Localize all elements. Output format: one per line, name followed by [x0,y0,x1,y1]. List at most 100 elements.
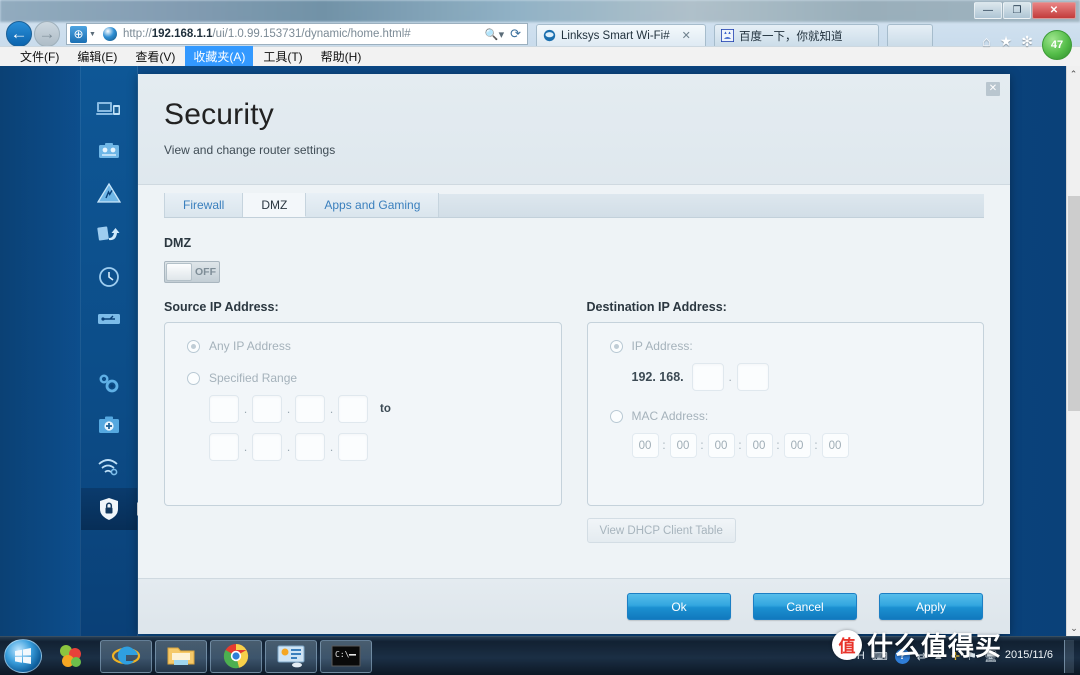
destination-ip-octet-3[interactable] [691,363,724,391]
volume-icon[interactable]: 🖥 [984,650,998,663]
apply-button[interactable]: Apply [879,593,983,620]
tab-apps-and-gaming[interactable]: Apps and Gaming [306,193,440,217]
sidebar-item-speed-test[interactable] [81,214,137,256]
ok-button[interactable]: Ok [627,593,731,620]
view-dhcp-client-table-button[interactable]: View DHCP Client Table [586,518,736,543]
taskbar-command-prompt[interactable]: C:\ [320,639,372,673]
clock-date: 2015/11/6 [1004,649,1053,662]
source-start-octet-3[interactable] [295,395,325,423]
source-start-octet-2[interactable] [252,395,282,423]
source-any-radio[interactable] [187,339,200,353]
sidebar-item-connectivity[interactable] [81,362,137,404]
address-bar[interactable]: ⊕ ▼ http://192.168.1.1/ui/1.0.99.153731/… [66,23,528,45]
new-tab-button[interactable] [887,24,933,46]
input-language-indicator[interactable]: CH [849,650,865,662]
taskbar-internet-explorer[interactable] [100,639,152,673]
source-range-radio[interactable] [187,371,200,385]
menu-file[interactable]: 文件(F) [12,46,67,66]
tools-gear-icon[interactable]: ✻ [1021,33,1033,50]
tab-dmz[interactable]: DMZ [243,193,307,217]
menu-favorites[interactable]: 收藏夹(A) [185,46,254,66]
taskbar-control-panel[interactable] [265,639,317,673]
mac-octet-2[interactable]: 00 [669,433,697,458]
close-icon[interactable]: ✕ [986,82,1000,96]
page-scrollbar[interactable]: ⌃ ⌄ [1066,66,1080,636]
speed-test-icon [97,226,120,241]
destination-mac-label: MAC Address: [631,409,709,423]
destination-ip-octet-4[interactable] [736,363,769,391]
destination-heading: Destination IP Address: [586,300,727,314]
tab-close-icon[interactable]: ✕ [682,29,691,42]
sidebar-item-parental-controls[interactable] [81,130,137,172]
favorites-star-icon[interactable]: ★ [1000,33,1013,50]
dialog-header: ✕ Security View and change router settin… [138,74,1010,185]
browser-tab-baidu[interactable]: 百度一下，你就知道 [714,24,879,46]
minimize-button[interactable]: — [974,2,1002,19]
browser-tab-linksys[interactable]: Linksys Smart Wi-Fi# ✕ [536,24,706,46]
menu-edit[interactable]: 编辑(E) [69,46,125,66]
home-icon[interactable]: ⌂ [982,33,990,49]
refresh-icon[interactable]: ⟳ [510,26,521,42]
taskbar-app-colors[interactable] [45,640,97,673]
destination-ip-radio[interactable] [609,339,623,353]
scroll-up-icon[interactable]: ⌃ [1067,66,1080,82]
source-end-octet-3[interactable] [295,433,325,461]
mac-octet-3[interactable]: 00 [707,433,735,458]
mac-octet-4[interactable]: 00 [745,433,773,458]
input-method-icon[interactable]: ⌨ [872,650,888,663]
compatibility-view-icon[interactable]: ⊕ [70,25,87,43]
octet-separator: . [286,440,291,454]
sidebar-item-external-storage[interactable] [81,256,137,298]
show-desktop-button[interactable] [1064,639,1074,673]
extension-badge[interactable]: 47 [1042,30,1072,60]
source-start-octet-1[interactable] [209,395,239,423]
source-panel: Any IP Address Specified Range . . . to … [164,322,562,506]
scrollbar-thumb[interactable] [1068,196,1080,411]
maximize-button[interactable]: ❐ [1003,2,1031,19]
source-end-octet-1[interactable] [209,433,239,461]
mac-octet-5[interactable]: 00 [783,433,811,458]
destination-ip-row[interactable]: IP Address: [609,339,962,353]
sidebar-item-usb-storage[interactable] [81,298,137,340]
destination-mac-radio[interactable] [609,409,623,423]
mac-octet-1[interactable]: 00 [631,433,659,458]
destination-mac-row[interactable]: MAC Address: [609,409,962,423]
tab-firewall[interactable]: Firewall [164,193,244,217]
source-any-row[interactable]: Any IP Address [187,339,539,353]
back-button[interactable]: ← [6,21,32,47]
clock[interactable]: 2015/11/6 [1005,649,1053,663]
sidebar-item-wireless[interactable] [81,446,137,488]
source-range-start-row: . . . to [209,395,539,423]
help-icon[interactable]: ? [894,648,910,664]
menu-tools[interactable]: 工具(T) [255,46,310,66]
media-prioritization-icon [97,182,121,203]
dmz-section: DMZ OFF [164,236,984,283]
source-range-row[interactable]: Specified Range [187,371,539,385]
cancel-button[interactable]: Cancel [753,593,857,620]
dmz-toggle[interactable]: OFF [164,261,220,283]
action-center-icon[interactable]: ⚑ [967,650,977,663]
chevron-down-icon[interactable]: ▼ [89,31,96,38]
sidebar-item-security[interactable] [81,488,144,530]
colorful-balls-icon [60,645,81,667]
mac-octet-6[interactable]: 00 [821,433,849,458]
start-button[interactable] [4,639,42,673]
scroll-down-icon[interactable]: ⌄ [1067,620,1080,636]
menu-view[interactable]: 查看(V) [127,46,183,66]
dialog-body: Firewall DMZ Apps and Gaming DMZ OFF Sou… [138,185,1010,578]
taskbar-file-explorer[interactable] [155,639,207,673]
tray-shield-icon[interactable]: ✛ [951,650,960,663]
close-window-button[interactable]: ✕ [1032,2,1076,19]
sidebar-item-troubleshooting[interactable] [81,404,137,446]
forward-button[interactable]: → [34,21,60,47]
source-start-octet-4[interactable] [338,395,368,423]
menu-help[interactable]: 帮助(H) [313,46,370,66]
source-end-octet-2[interactable] [252,433,282,461]
sidebar-item-media-prioritization[interactable] [81,172,137,214]
sidebar-item-device-list[interactable] [81,88,137,130]
source-end-octet-4[interactable] [338,433,368,461]
show-hidden-icons-icon[interactable]: ▲ [933,650,944,662]
search-icon[interactable]: 🔍▾ [485,28,504,41]
taskbar-google-chrome[interactable] [210,639,262,673]
network-icon[interactable]: ⇄ [917,650,926,663]
